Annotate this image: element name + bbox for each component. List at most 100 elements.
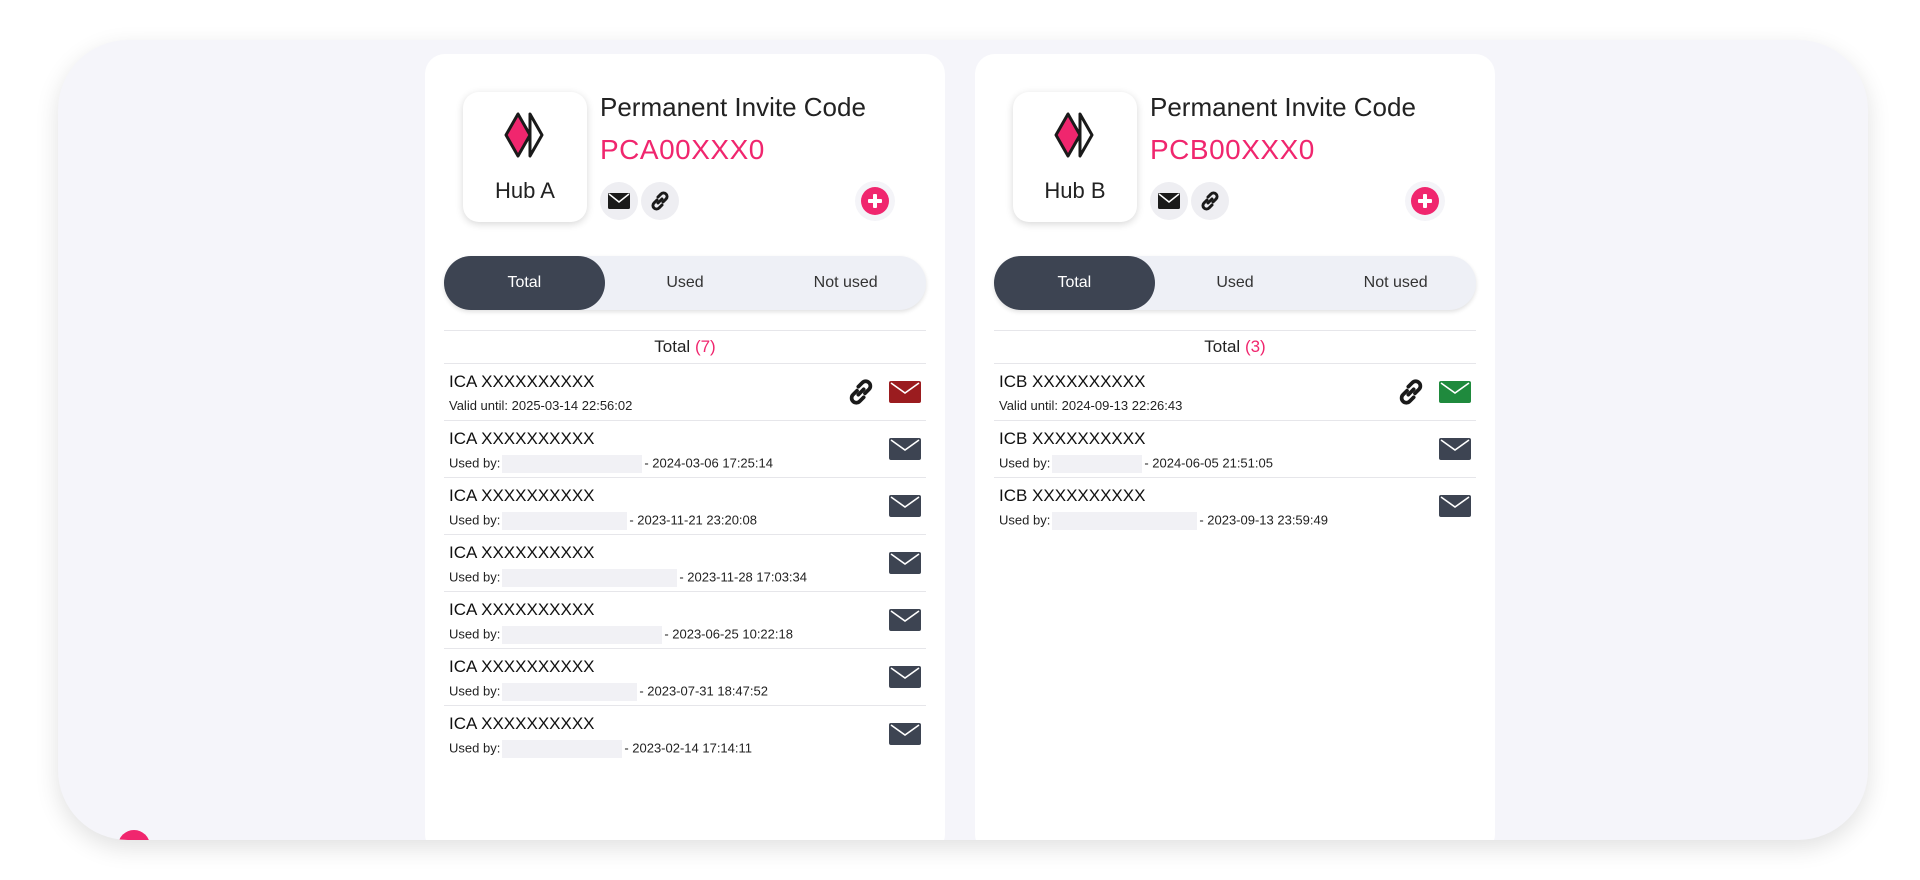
redacted-user <box>502 626 663 644</box>
chain-link-icon[interactable] <box>845 376 877 408</box>
hub-name: Hub B <box>1044 178 1106 203</box>
envelope-icon[interactable] <box>889 666 921 688</box>
redacted-user <box>502 740 623 758</box>
status-value: - 2023-11-21 23:20:08 <box>629 512 758 528</box>
email-invite-button[interactable] <box>1150 182 1188 220</box>
status-value: 2024-09-13 22:26:43 <box>1061 398 1183 413</box>
envelope-icon[interactable] <box>889 552 921 574</box>
invite-list: ICA XXXXXXXXXX Valid until: 2025-03-14 22… <box>444 364 926 763</box>
invite-row: ICA XXXXXXXXXX Used by: - 2023-07-31 18:47… <box>444 649 926 706</box>
status-value: - 2023-09-13 23:59:49 <box>1199 512 1328 528</box>
tab-not-used[interactable]: Not used <box>1315 256 1476 310</box>
invite-row: ICB XXXXXXXXXX Used by: - 2024-06-05 21:51… <box>994 421 1476 478</box>
envelope-icon[interactable] <box>889 438 921 460</box>
list-count: (3) <box>1244 337 1266 356</box>
invite-code-text: ICB XXXXXXXXXX <box>999 429 1146 448</box>
status-value: - 2024-03-06 17:25:14 <box>644 455 773 471</box>
redacted-user <box>1052 455 1143 473</box>
envelope-icon[interactable] <box>889 609 921 631</box>
invite-row: ICA XXXXXXXXXX Used by: - 2023-11-28 17:03… <box>444 535 926 592</box>
invite-row: ICA XXXXXXXXXX Used by: - 2023-06-25 10:22… <box>444 592 926 649</box>
redacted-user <box>502 512 628 530</box>
envelope-icon[interactable] <box>889 381 921 403</box>
status-label: Used by: <box>449 455 501 471</box>
envelope-icon[interactable] <box>1439 438 1471 460</box>
plus-icon <box>861 187 889 215</box>
email-invite-button[interactable] <box>600 182 638 220</box>
tab-used[interactable]: Used <box>1155 256 1316 310</box>
invite-row: ICB XXXXXXXXXX Valid until: 2024-09-13 22… <box>994 364 1476 421</box>
invite-status: Used by: - 2023-02-14 17:14:11 <box>449 740 752 758</box>
redacted-user <box>502 455 643 473</box>
status-label: Used by: <box>449 740 501 756</box>
hub-logo-icon <box>504 112 544 158</box>
hub-name: Hub A <box>495 178 555 203</box>
invite-code-text: ICA XXXXXXXXXX <box>449 657 595 676</box>
tab-not-used[interactable]: Not used <box>765 256 926 310</box>
status-value: 2025-03-14 22:56:02 <box>511 398 633 413</box>
invite-title: Permanent Invite Code <box>1150 92 1416 122</box>
envelope-icon[interactable] <box>889 723 921 745</box>
invite-code-text: ICA XXXXXXXXXX <box>449 429 595 448</box>
invite-status: Used by: - 2024-06-05 21:51:05 <box>999 455 1273 473</box>
envelope-icon <box>1158 193 1180 209</box>
envelope-icon <box>608 193 630 209</box>
tab-used[interactable]: Used <box>605 256 766 310</box>
invite-code-text: ICB XXXXXXXXXX <box>999 486 1146 505</box>
status-label: Used by: <box>999 512 1051 528</box>
invite-row: ICA XXXXXXXXXX Used by: - 2024-03-06 17:25… <box>444 421 926 478</box>
redacted-user <box>502 683 638 701</box>
add-invite-button[interactable] <box>855 181 895 221</box>
invite-code-text: ICA XXXXXXXXXX <box>449 714 595 733</box>
tab-total[interactable]: Total <box>994 256 1155 310</box>
tab-total[interactable]: Total <box>444 256 605 310</box>
plus-icon <box>1411 187 1439 215</box>
status-label: Valid until: <box>449 398 509 413</box>
list-header: Total (3) <box>994 330 1476 364</box>
status-label: Used by: <box>449 512 501 528</box>
envelope-icon[interactable] <box>889 495 921 517</box>
envelope-icon[interactable] <box>1439 381 1471 403</box>
invite-row: ICA XXXXXXXXXX Used by: - 2023-11-21 23:20… <box>444 478 926 535</box>
hub-logo-box: Hub A <box>463 92 587 222</box>
invite-code-text: ICA XXXXXXXXXX <box>449 600 595 619</box>
invite-code: PCA00XXX0 <box>600 134 765 165</box>
list-header: Total (7) <box>444 330 926 364</box>
status-value: - 2023-02-14 17:14:11 <box>624 740 753 756</box>
invite-title: Permanent Invite Code <box>600 92 866 122</box>
add-invite-button[interactable] <box>1405 181 1445 221</box>
status-value: - 2023-07-31 18:47:52 <box>639 683 768 699</box>
list-count: (7) <box>694 337 716 356</box>
copy-link-button[interactable] <box>1191 182 1229 220</box>
status-value: - 2023-11-28 17:03:34 <box>679 569 808 585</box>
invite-status: Used by: - 2023-06-25 10:22:18 <box>449 626 793 644</box>
filter-tabs: Total Used Not used <box>444 256 926 310</box>
list-label: Total <box>654 337 691 356</box>
invite-code-text: ICA XXXXXXXXXX <box>449 486 595 505</box>
invite-code-text: ICA XXXXXXXXXX <box>449 372 595 391</box>
hub-logo-icon <box>1054 112 1094 158</box>
invite-status: Valid until: 2025-03-14 22:56:02 <box>449 398 632 413</box>
envelope-icon[interactable] <box>1439 495 1471 517</box>
filter-tabs: Total Used Not used <box>994 256 1476 310</box>
status-value: - 2023-06-25 10:22:18 <box>664 626 793 642</box>
invite-code-text: ICB XXXXXXXXXX <box>999 372 1146 391</box>
status-label: Used by: <box>449 569 501 585</box>
invite-row: ICA XXXXXXXXXX Used by: - 2023-02-14 17:14… <box>444 706 926 763</box>
copy-link-button[interactable] <box>641 182 679 220</box>
invite-status: Used by: - 2023-07-31 18:47:52 <box>449 683 768 701</box>
chain-link-icon <box>1201 191 1219 211</box>
chain-link-icon[interactable] <box>1395 376 1427 408</box>
invite-list: ICB XXXXXXXXXX Valid until: 2024-09-13 22… <box>994 364 1476 535</box>
status-label: Used by: <box>449 626 501 642</box>
hub-card-b: Hub B Permanent Invite Code PCB00XXX0 To… <box>975 54 1495 840</box>
invite-status: Used by: - 2024-03-06 17:25:14 <box>449 455 773 473</box>
list-label: Total <box>1204 337 1241 356</box>
app-frame: Hub A Permanent Invite Code PCA00XXX0 To… <box>58 40 1868 840</box>
chain-link-icon <box>651 191 669 211</box>
invite-row: ICA XXXXXXXXXX Valid until: 2025-03-14 22… <box>444 364 926 421</box>
redacted-user <box>502 569 678 587</box>
help-badge-icon[interactable] <box>118 830 150 840</box>
redacted-user <box>1052 512 1198 530</box>
invite-status: Used by: - 2023-11-28 17:03:34 <box>449 569 807 587</box>
